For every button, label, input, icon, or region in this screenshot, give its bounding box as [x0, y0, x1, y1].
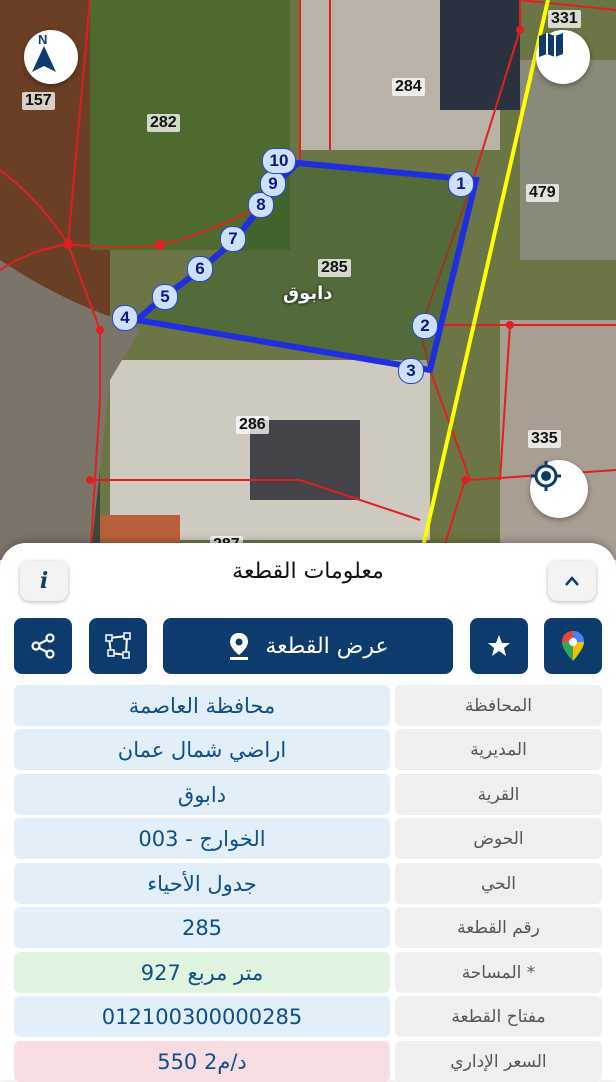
- info-row: جدول الأحياء الحي: [14, 863, 602, 904]
- info-row-value: محافظة العاصمة: [14, 685, 390, 726]
- info-row-value: 285: [14, 907, 390, 948]
- plot-number: 331: [548, 10, 581, 28]
- info-row-value: جدول الأحياء: [14, 863, 390, 904]
- show-plot-button[interactable]: عرض القطعة: [163, 618, 453, 674]
- panel-title: معلومات القطعة: [232, 559, 384, 584]
- info-row-value: 927 متر مربع: [14, 952, 390, 993]
- plot-number: 284: [392, 78, 425, 96]
- compass-button[interactable]: N: [24, 30, 78, 84]
- my-location-button[interactable]: [530, 460, 588, 518]
- info-row-value: اراضي شمال عمان: [14, 729, 390, 770]
- chevron-up-icon: [565, 576, 579, 586]
- collapse-button[interactable]: [548, 561, 596, 601]
- info-row-value: 550 د/م2: [14, 1041, 390, 1082]
- info-row-label: القرية: [395, 774, 602, 815]
- google-maps-icon: [562, 631, 584, 661]
- info-row-value: دابوق: [14, 774, 390, 815]
- vertex-7[interactable]: 7: [220, 226, 246, 252]
- favorite-button[interactable]: [470, 618, 528, 674]
- compass-icon: N: [32, 32, 56, 72]
- crosshair-icon: [531, 461, 561, 491]
- vertex-4[interactable]: 4: [112, 305, 138, 331]
- info-row: الخوارج - 003 الحوض: [14, 818, 602, 859]
- plot-number: 479: [526, 184, 559, 202]
- vertex-9[interactable]: 9: [260, 171, 286, 197]
- vertex-10[interactable]: 10: [262, 148, 296, 174]
- location-pin-icon: [230, 633, 249, 660]
- info-row-label: المديرية: [395, 729, 602, 770]
- show-plot-label: عرض القطعة: [265, 633, 389, 659]
- map-canvas[interactable]: [0, 0, 616, 560]
- google-maps-button[interactable]: [544, 618, 602, 674]
- info-row-label: السعر الإداري: [395, 1041, 602, 1082]
- info-row-value: 012100300000285: [14, 996, 390, 1037]
- info-row-label: المحافظة: [395, 685, 602, 726]
- info-row-label: رقم القطعة: [395, 907, 602, 948]
- plot-number: 157: [22, 92, 55, 110]
- plot-number: 335: [528, 430, 561, 448]
- info-row: 927 متر مربع المساحة *: [14, 952, 602, 993]
- vertex-6[interactable]: 6: [187, 256, 213, 282]
- share-icon: [31, 633, 55, 659]
- info-row-value: الخوارج - 003: [14, 818, 390, 859]
- polygon-icon: [105, 632, 131, 659]
- vertex-1[interactable]: 1: [448, 171, 474, 197]
- info-row-label: المساحة *: [395, 952, 602, 993]
- north-label: N: [38, 32, 47, 47]
- map-icon: [539, 33, 563, 57]
- star-icon: [488, 635, 510, 656]
- plot-number: 282: [147, 114, 180, 132]
- village-label: دابوق: [283, 283, 333, 304]
- info-row-label: الحوض: [395, 818, 602, 859]
- info-row: 550 د/م2 السعر الإداري: [14, 1041, 602, 1082]
- vertex-3[interactable]: 3: [398, 358, 424, 384]
- plot-info-panel: i معلومات القطعة عرض القطعة محافظة العاص…: [0, 543, 616, 1082]
- info-row: 285 رقم القطعة: [14, 907, 602, 948]
- plot-number: 285: [318, 259, 351, 277]
- info-row: اراضي شمال عمان المديرية: [14, 729, 602, 770]
- vertex-2[interactable]: 2: [412, 313, 438, 339]
- map-view[interactable]: 331 157 284 282 479 285 286 335 287 دابو…: [0, 0, 616, 560]
- map-layers-button[interactable]: [536, 30, 590, 84]
- info-row-label: مفتاح القطعة: [395, 996, 602, 1037]
- plot-number: 286: [236, 416, 269, 434]
- polygon-button[interactable]: [89, 618, 147, 674]
- info-row: 012100300000285 مفتاح القطعة: [14, 996, 602, 1037]
- info-row: محافظة العاصمة المحافظة: [14, 685, 602, 726]
- share-button[interactable]: [14, 618, 72, 674]
- info-row: دابوق القرية: [14, 774, 602, 815]
- info-row-label: الحي: [395, 863, 602, 904]
- vertex-5[interactable]: 5: [152, 284, 178, 310]
